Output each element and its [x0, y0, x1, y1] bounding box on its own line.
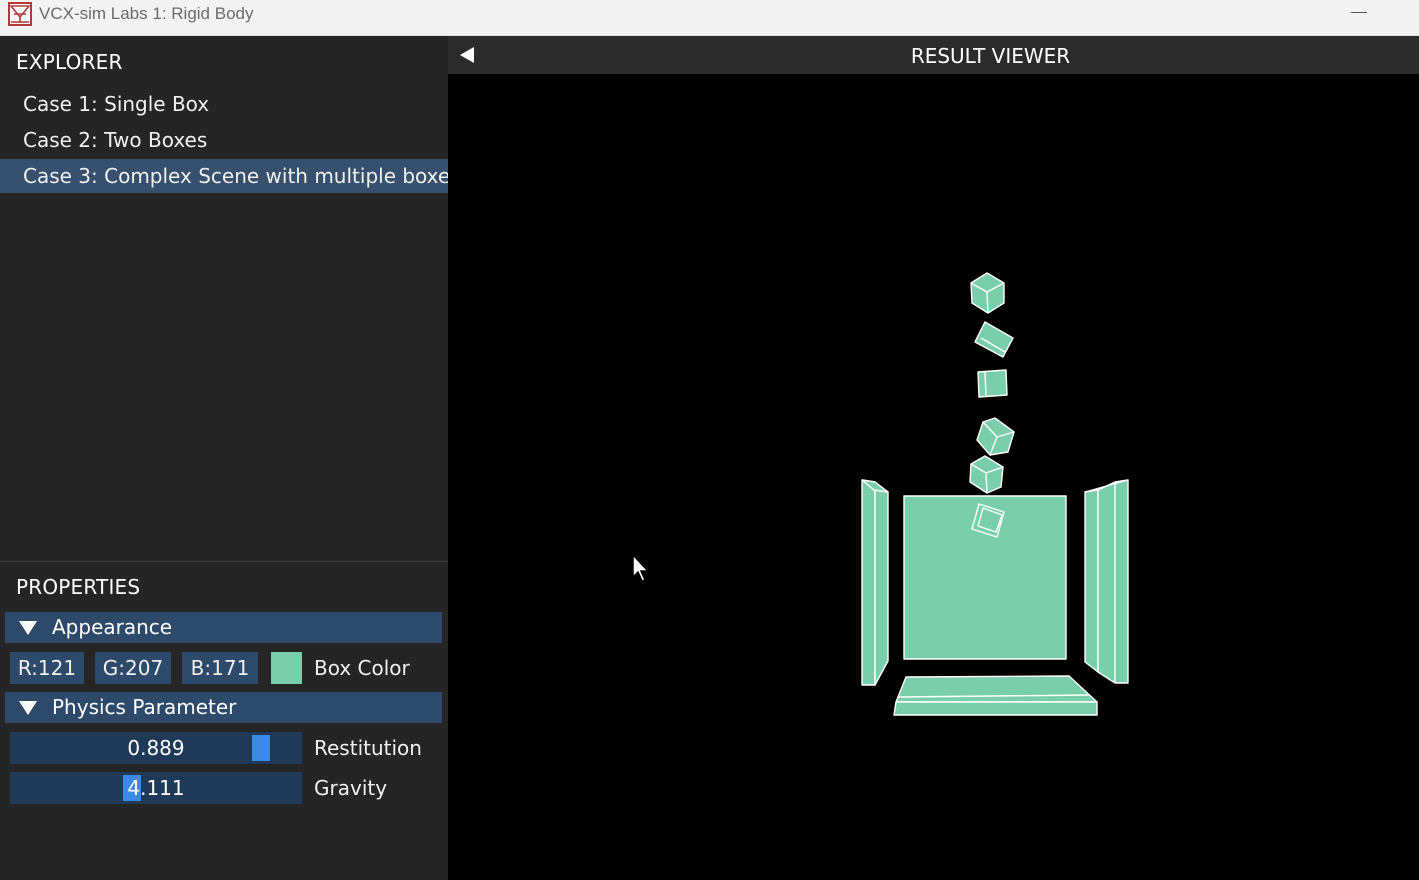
- appearance-header[interactable]: Appearance: [5, 612, 442, 643]
- floor-plate: [895, 675, 1098, 703]
- falling-box: [976, 417, 1015, 456]
- app-logo-icon: [8, 2, 32, 26]
- falling-box: [977, 369, 1008, 398]
- viewer-title: RESULT VIEWER: [910, 44, 1071, 68]
- floor-plate: [893, 701, 1098, 716]
- panel-divider[interactable]: [0, 561, 448, 562]
- falling-box: [969, 455, 1004, 494]
- color-swatch[interactable]: [271, 652, 302, 684]
- gravity-label: Gravity: [314, 776, 388, 800]
- appearance-header-label: Appearance: [52, 615, 173, 639]
- restitution-label: Restitution: [314, 736, 422, 760]
- restitution-value: 0.889: [127, 736, 185, 760]
- falling-box: [974, 321, 1014, 358]
- scene-canvas[interactable]: [448, 74, 1419, 880]
- right-wall: [1084, 489, 1099, 673]
- minimize-button[interactable]: [1351, 12, 1367, 13]
- right-wall: [1097, 479, 1129, 684]
- mouse-cursor-icon: [632, 553, 650, 582]
- restitution-slider[interactable]: 0.889: [10, 732, 302, 764]
- explorer-item-case-2[interactable]: Case 2: Two Boxes: [0, 123, 448, 157]
- color-g-field[interactable]: G:207: [95, 652, 171, 684]
- explorer-title: EXPLORER: [16, 50, 123, 74]
- title-bar: VCX-sim Labs 1: Rigid Body: [0, 0, 1419, 36]
- result-viewer[interactable]: RESULT VIEWER: [448, 36, 1419, 880]
- left-wall: [861, 479, 876, 686]
- explorer-item-case-3[interactable]: Case 3: Complex Scene with multiple boxe…: [0, 159, 461, 193]
- explorer-item-case-1[interactable]: Case 1: Single Box: [0, 87, 448, 121]
- color-r-field[interactable]: R:121: [10, 652, 84, 684]
- physics-header-label: Physics Parameter: [52, 695, 237, 719]
- physics-header[interactable]: Physics Parameter: [5, 692, 442, 723]
- left-wall: [874, 481, 889, 686]
- triangle-down-icon: [19, 701, 37, 715]
- back-wall: [903, 495, 1067, 660]
- triangle-down-icon: [19, 621, 37, 635]
- gravity-value: 4.111: [127, 776, 185, 800]
- window-title: VCX-sim Labs 1: Rigid Body: [39, 4, 254, 23]
- viewer-header: RESULT VIEWER: [448, 36, 1419, 74]
- sidebar: EXPLORER Case 1: Single Box Case 2: Two …: [0, 36, 461, 880]
- falling-box: [970, 272, 1005, 314]
- properties-title: PROPERTIES: [16, 575, 141, 599]
- box-color-label: Box Color: [314, 656, 410, 680]
- gravity-slider[interactable]: 4.111: [10, 772, 302, 804]
- color-b-field[interactable]: B:171: [182, 652, 258, 684]
